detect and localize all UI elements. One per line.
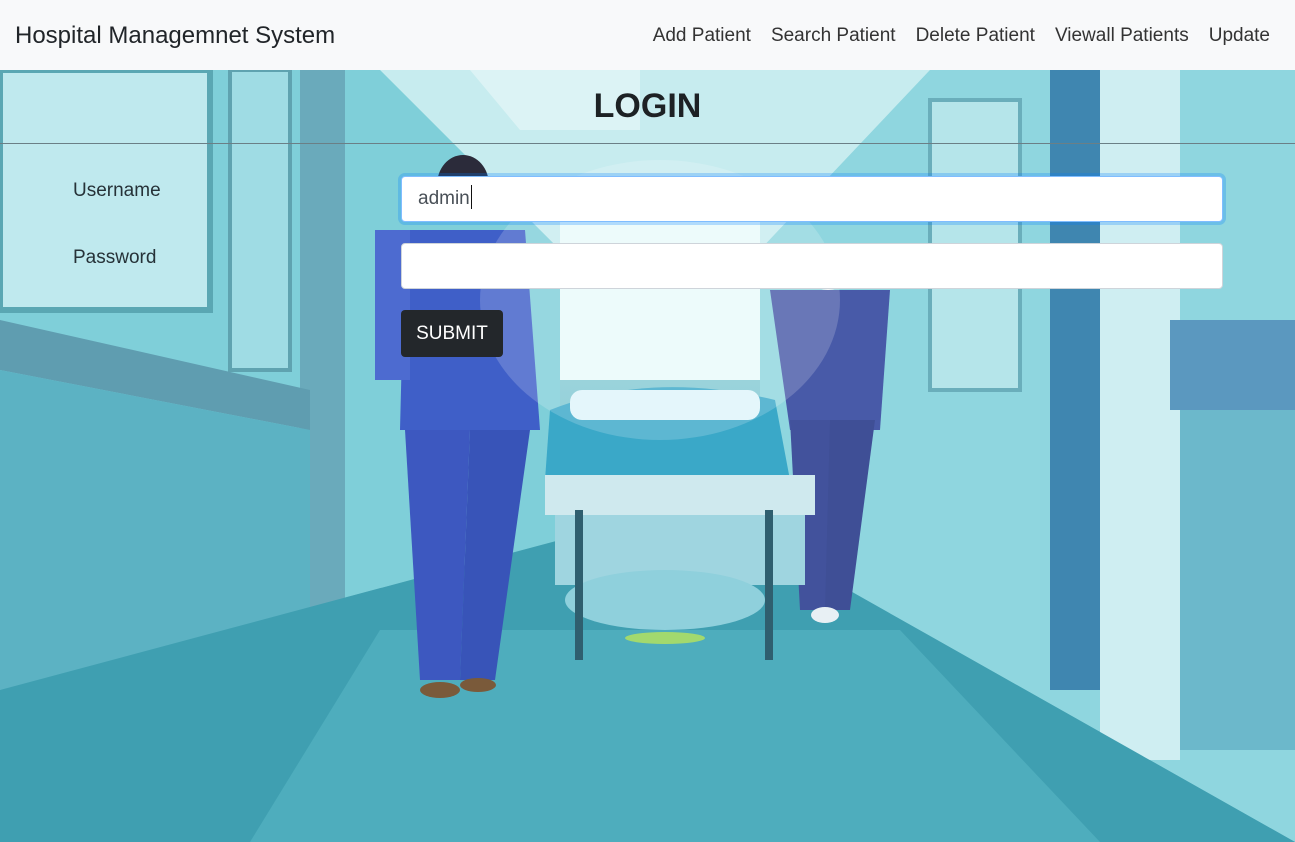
username-input[interactable]: admin	[401, 176, 1223, 222]
nav-add-patient[interactable]: Add Patient	[643, 22, 761, 50]
password-input[interactable]	[401, 243, 1223, 289]
login-title: LOGIN	[593, 87, 702, 125]
nav-update[interactable]: Update	[1199, 22, 1280, 50]
navbar-brand[interactable]: Hospital Managemnet System	[15, 20, 335, 52]
username-label: Username	[73, 180, 161, 201]
title-divider	[0, 143, 1295, 144]
navbar: Hospital Managemnet System Add Patient S…	[0, 0, 1295, 70]
nav-delete-patient[interactable]: Delete Patient	[906, 22, 1045, 50]
text-caret	[470, 185, 472, 210]
password-label: Password	[73, 247, 157, 268]
username-value: admin	[418, 188, 470, 209]
nav-search-patient[interactable]: Search Patient	[761, 22, 906, 50]
nav-links: Add Patient Search Patient Delete Patien…	[643, 22, 1280, 50]
submit-button[interactable]: SUBMIT	[401, 310, 503, 357]
nav-viewall-patients[interactable]: Viewall Patients	[1045, 22, 1199, 50]
